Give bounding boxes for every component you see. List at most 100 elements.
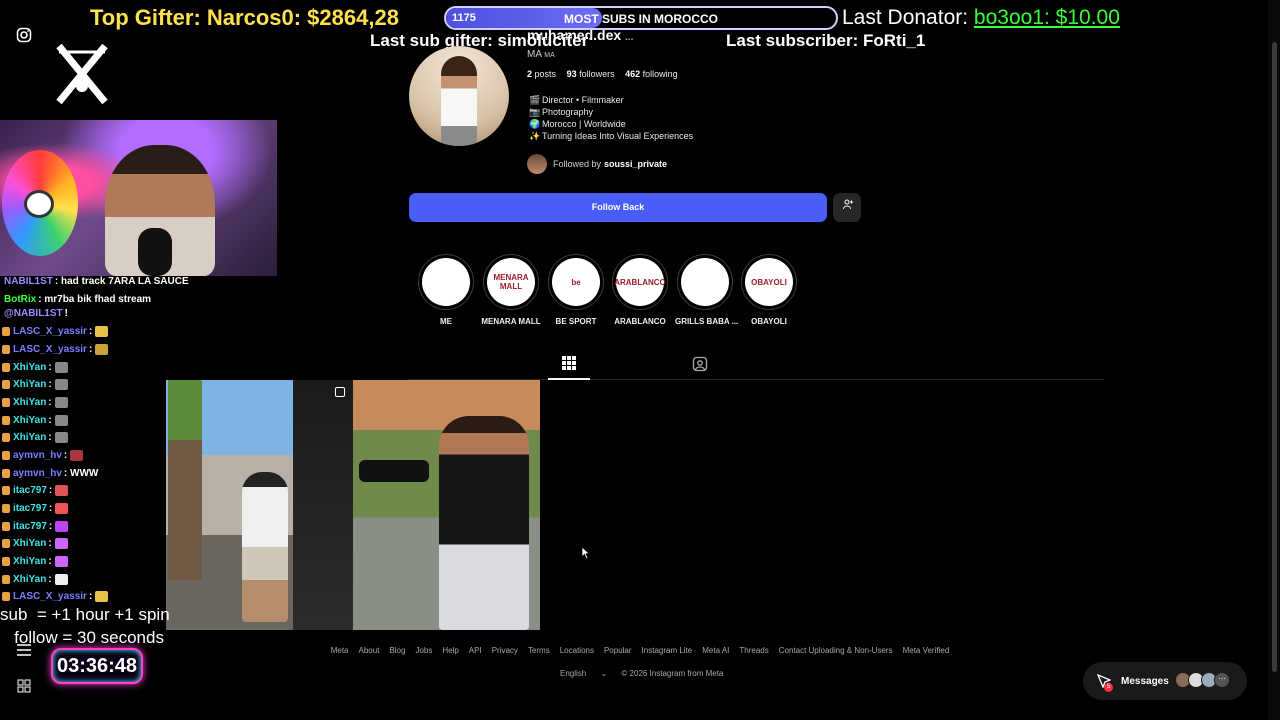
story-highlight[interactable]: GRILLS BABA ... (675, 254, 738, 326)
chat-username[interactable]: XhiYan (13, 362, 46, 373)
more-apps-icon[interactable] (14, 676, 34, 696)
emote-icon (55, 485, 69, 496)
bio-line: 📷 Photography (529, 107, 594, 117)
footer-link[interactable]: Locations (560, 646, 594, 655)
chat-username[interactable]: aymvn_hv (13, 450, 62, 461)
chat-text: : (88, 591, 93, 603)
chat-username[interactable]: itac797 (13, 503, 47, 514)
chat-text: : (88, 344, 93, 356)
chat-text: : (48, 485, 53, 497)
footer-link[interactable]: Blog (389, 646, 405, 655)
instagram-icon[interactable] (14, 25, 34, 45)
badge-icon (2, 592, 10, 601)
scrollbar[interactable] (1268, 0, 1280, 720)
chat-username[interactable]: aymvn_hv (13, 468, 62, 479)
chat-message: LASC_X_yassir: (2, 344, 109, 356)
chat-username[interactable]: itac797 (13, 485, 47, 496)
story-highlight[interactable]: OBAYOLI OBAYOLI (739, 254, 799, 326)
badge-icon (2, 451, 10, 460)
chat-username[interactable]: LASC_X_yassir (13, 344, 87, 355)
messages-label: Messages (1121, 675, 1169, 687)
profile-avatar[interactable] (409, 46, 509, 146)
follower-avatar (527, 154, 547, 174)
chat-username[interactable]: @NABIL1ST (4, 308, 63, 319)
chat-message: BotRix: mr7ba bik fhad stream (2, 294, 151, 305)
channel-logo (55, 43, 109, 105)
badge-icon (2, 345, 10, 354)
sub-goal-label: MOST SUBS IN MOROCCO (563, 12, 718, 26)
chat-message: itac797: (2, 521, 69, 533)
chat-message: aymvn_hv: (2, 450, 84, 461)
story-highlight[interactable]: ARABLANCO ARABLANCO (610, 254, 670, 326)
tab-posts-grid-icon[interactable] (561, 355, 577, 371)
microphone (138, 228, 172, 276)
footer-link[interactable]: Meta Verified (903, 646, 950, 655)
posts-stat[interactable]: 2 posts (527, 69, 556, 79)
follow-back-button[interactable]: Follow Back (409, 193, 827, 222)
chat-text: : (48, 521, 53, 533)
chat-message: itac797: (2, 485, 69, 497)
chat-username[interactable]: XhiYan (13, 432, 46, 443)
chat-text: : (48, 379, 52, 391)
chat-text: ! (64, 308, 68, 319)
emote-icon (54, 574, 68, 585)
footer-link[interactable]: Meta (331, 646, 349, 655)
highlight-label: OBAYOLI (751, 317, 787, 326)
emote-icon (55, 503, 69, 514)
footer-link[interactable]: About (359, 646, 380, 655)
story-highlight[interactable]: be BE SPORT (546, 254, 606, 326)
followed-by[interactable]: Followed by soussi_private (527, 154, 667, 174)
emote-icon (70, 450, 84, 461)
chat-text: : (48, 538, 52, 550)
following-stat[interactable]: 462 following (625, 69, 678, 79)
tab-active-indicator (548, 378, 590, 380)
language-select[interactable]: English ⌄ (560, 669, 607, 678)
footer-link[interactable]: API (469, 646, 482, 655)
suggest-people-button[interactable] (833, 193, 861, 222)
tab-tagged-icon[interactable] (692, 356, 708, 372)
chat-text: : had track 7ARA LA SAUCE (54, 276, 189, 287)
highlight-label: BE SPORT (555, 317, 597, 326)
profile-country: MA MA (527, 49, 555, 60)
chat-username[interactable]: BotRix (4, 294, 36, 305)
sub-goal-bar: 1175 MOST SUBS IN MOROCCO (444, 6, 838, 30)
bio-line: ✨ Turning Ideas Into Visual Experiences (529, 131, 694, 141)
footer-link[interactable]: Threads (739, 646, 768, 655)
story-highlight[interactable]: ME (416, 254, 476, 326)
bio-line: 🌍 Morocco | Worldwide (529, 119, 626, 129)
chat-username[interactable]: itac797 (13, 521, 47, 532)
last-donator: Last Donator: bo3oo1: $10.00 (842, 6, 1120, 30)
footer-link[interactable]: Contact Uploading & Non-Users (779, 646, 893, 655)
post-thumbnail[interactable] (166, 380, 353, 630)
emote-icon (54, 397, 68, 408)
chat-message: @NABIL1ST! (2, 308, 68, 319)
chat-text: : mr7ba bik fhad stream (38, 294, 152, 305)
footer-link[interactable]: Jobs (415, 646, 432, 655)
chat-username[interactable]: LASC_X_yassir (13, 591, 87, 602)
post-thumbnail[interactable] (353, 380, 540, 630)
chat-username[interactable]: XhiYan (13, 556, 46, 567)
footer-links: Meta About Blog Jobs Help API Privacy Terms Loca… (0, 646, 1280, 655)
footer-link[interactable]: Meta AI (702, 646, 729, 655)
chat-username[interactable]: XhiYan (13, 538, 46, 549)
camera-icon: 📷 (529, 107, 541, 117)
footer-link[interactable]: Privacy (492, 646, 518, 655)
chat-username[interactable]: NABIL1ST (4, 276, 53, 287)
footer-link[interactable]: Terms (528, 646, 550, 655)
followers-stat[interactable]: 93 followers (567, 69, 615, 79)
footer-link[interactable]: Popular (604, 646, 632, 655)
chat-username[interactable]: XhiYan (13, 379, 46, 390)
emote-icon (55, 521, 69, 532)
chat-username[interactable]: XhiYan (13, 415, 46, 426)
last-donator-label: Last Donator: (842, 6, 969, 29)
chat-username[interactable]: XhiYan (13, 574, 46, 585)
copyright: © 2026 Instagram from Meta (621, 669, 724, 678)
story-highlight[interactable]: MENARA MALL MENARA MALL (481, 254, 541, 326)
footer-link[interactable]: Instagram Lite (642, 646, 693, 655)
profile-country-badge: MA (544, 52, 555, 59)
chat-username[interactable]: XhiYan (13, 397, 46, 408)
last-donator-value: bo3oo1: $10.00 (973, 6, 1120, 29)
chat-username[interactable]: LASC_X_yassir (13, 326, 87, 337)
footer-link[interactable]: Help (442, 646, 458, 655)
chat-text: : WWW (63, 468, 99, 479)
